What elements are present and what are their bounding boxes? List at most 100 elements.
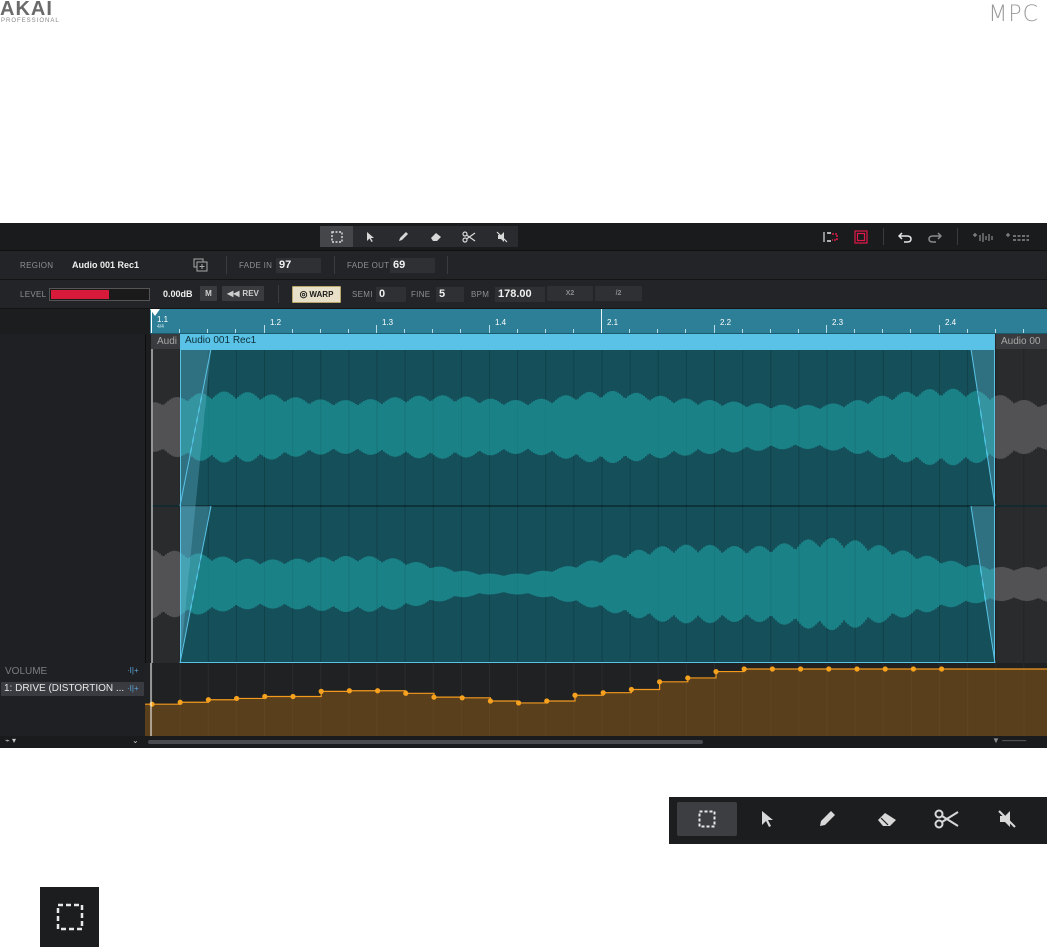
automation-point [741,666,747,672]
automation-target-select[interactable]: 1: DRIVE (DISTORTION ... ·I|+ [1,682,144,696]
snap-button[interactable] [822,229,840,244]
undo-button[interactable] [896,229,914,244]
waveform-display[interactable] [151,334,1047,663]
track-header-panel [0,334,146,663]
ruler-tick [1023,329,1024,333]
ruler-tick [460,329,461,333]
ruler-tick [770,329,771,333]
fine-label: FINE [411,290,431,299]
detail-eraser-tool[interactable] [857,802,917,836]
fine-field[interactable]: 5 [436,287,464,302]
automation-point [262,693,268,700]
ruler-tick [601,309,602,333]
level-slider[interactable] [49,288,150,301]
ruler-tick [967,329,968,333]
automation-point [149,701,155,707]
scissors-tool-button[interactable] [452,226,485,247]
ruler-tick [910,329,911,333]
eraser-icon [878,813,896,826]
mute-icon [496,231,507,242]
automation-curve-area[interactable] [145,663,1047,736]
next-clip-header[interactable]: Audio 00 [996,334,1047,349]
automation-point [234,695,240,702]
ruler-tick [939,325,940,333]
tool-group-detail [669,797,1047,844]
ruler-mark-1-4: 1.4 [495,318,507,327]
divider [278,285,279,303]
main-clip-header[interactable]: Audio 001 Rec1 [180,334,995,349]
ruler-tick [995,329,996,333]
loop-button[interactable] [852,228,870,245]
horizontal-scrollbar[interactable] [148,740,703,744]
automation-add-icon[interactable]: ·I|+ [127,666,139,675]
prev-clip-label: Audi [157,336,178,347]
ruler-tick [798,329,799,333]
select-icon [330,230,343,243]
detail-scissors-tool[interactable] [917,802,977,836]
ruler-tick [348,329,349,333]
prev-clip-header[interactable]: Audi [151,334,180,349]
loop-icon [854,229,868,244]
automation-point [290,693,296,700]
automation-mode-icon[interactable]: ⌁ ▾ [5,736,16,745]
mute-button[interactable]: M [200,286,217,301]
level-fill [51,290,109,299]
clip-area[interactable]: Audi Audio 001 Rec1 Audio 00 [151,334,1047,663]
audio-track-area: Audi Audio 001 Rec1 Audio 00 [0,334,1047,663]
automation-point [769,666,776,672]
div2-button[interactable]: /2 [595,286,642,301]
mute-tool-button[interactable] [485,226,518,247]
ruler-mark-2-1: 2.1 [607,318,619,327]
fade-in-field[interactable]: 97 [276,258,321,273]
select-tool-detail[interactable] [40,887,99,947]
bpm-field[interactable]: 178.00 [495,287,545,302]
reverse-button[interactable]: ◀◀ REV [222,286,264,301]
semi-label: SEMI [352,290,373,299]
automation-point [205,697,211,703]
select-tool-button[interactable] [320,226,353,247]
eraser-icon [430,232,441,241]
pointer-tool-button[interactable] [353,226,386,247]
automation-point [572,692,578,698]
automation-point [516,700,522,706]
grid-button[interactable] [1003,229,1031,244]
ruler-mark-2-4: 2.4 [945,318,957,327]
fade-out-value: 69 [393,259,406,271]
ruler-tick [714,325,715,333]
automation-point [318,688,324,694]
fade-out-field[interactable]: 69 [390,258,435,273]
ruler-tick [826,325,827,333]
ruler-tick [264,325,265,333]
automation-fill [145,669,1047,736]
chevron-down-icon[interactable]: ⌄ [132,736,139,745]
region-name[interactable]: Audio 001 Rec1 [72,260,139,270]
detail-pointer-tool[interactable] [737,802,797,836]
warp-button[interactable]: ◎ WARP [292,286,341,303]
x2-button[interactable]: X2 [547,286,593,301]
automation-point [685,675,691,681]
automation-target-label: 1: DRIVE (DISTORTION ... [4,683,125,694]
zoom-slider-icon[interactable]: ▼ ——— [992,736,1026,745]
duplicate-region-button[interactable] [192,257,208,273]
level-row: LEVEL 0.00dB M ◀◀ REV ◎ WARP SEMI 0 FINE 5… [0,280,1047,309]
automation-point [459,695,465,701]
ruler-tick [235,329,236,333]
scroll-row: ⌁ ▾ ⌄ ▼ ——— [0,736,1047,748]
select-icon [698,810,716,828]
detail-select-tool[interactable] [677,802,737,836]
divider [447,256,448,274]
duplicate-icon [193,258,207,272]
ruler-tick [432,329,433,333]
automation-curve[interactable] [145,663,1047,736]
ruler-tick [489,325,490,333]
timeline-ruler[interactable]: 1.1 4/4 1.2 1.3 1.4 2.1 2.2 2.3 2.4 [150,309,1047,334]
split-button[interactable] [970,229,994,244]
eraser-tool-button[interactable] [419,226,452,247]
semi-field[interactable]: 0 [376,287,406,302]
detail-mute-tool[interactable] [977,802,1037,836]
redo-button[interactable] [926,229,944,244]
akai-logo: AKAI PROFESSIONAL [0,0,60,24]
divider [883,228,884,245]
detail-pencil-tool[interactable] [797,802,857,836]
pencil-tool-button[interactable] [386,226,419,247]
